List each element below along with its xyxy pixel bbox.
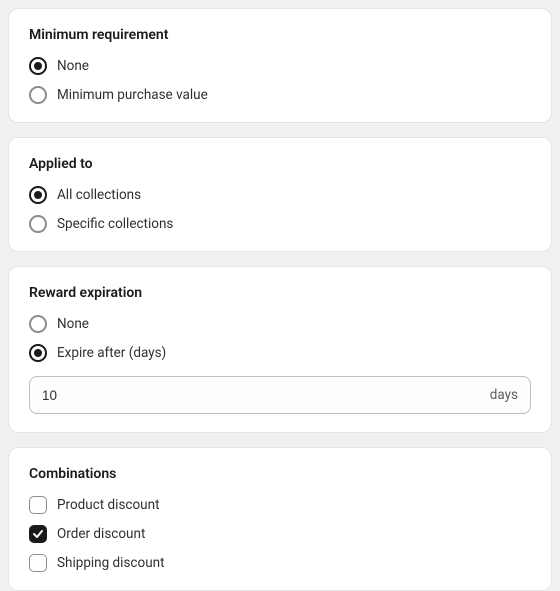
checkbox-icon [29,525,47,543]
option-label: All collections [57,187,141,203]
combination-shipping-discount[interactable]: Shipping discount [29,554,531,572]
combinations-title: Combinations [29,466,531,482]
option-label: Specific collections [57,216,173,232]
min-req-option-none[interactable]: None [29,57,531,75]
applied-to-option-specific[interactable]: Specific collections [29,215,531,233]
option-label: None [57,316,89,332]
option-label: Shipping discount [57,555,165,571]
radio-icon [29,215,47,233]
radio-icon [29,86,47,104]
expire-days-suffix: days [490,387,518,403]
expire-days-input-wrap: days [29,376,531,414]
checkbox-icon [29,496,47,514]
minimum-requirement-title: Minimum requirement [29,27,531,43]
applied-to-option-all[interactable]: All collections [29,186,531,204]
checkbox-icon [29,554,47,572]
option-label: Expire after (days) [57,345,166,361]
radio-icon [29,344,47,362]
option-label: Order discount [57,526,145,542]
reward-expiration-card: Reward expiration None Expire after (day… [8,266,552,433]
applied-to-card: Applied to All collections Specific coll… [8,137,552,252]
option-label: Minimum purchase value [57,87,208,103]
applied-to-title: Applied to [29,156,531,172]
combination-product-discount[interactable]: Product discount [29,496,531,514]
radio-icon [29,315,47,333]
combinations-card: Combinations Product discount Order disc… [8,447,552,591]
minimum-requirement-card: Minimum requirement None Minimum purchas… [8,8,552,123]
reward-expiration-option-expire-after[interactable]: Expire after (days) [29,344,531,362]
option-label: None [57,58,89,74]
expire-days-input[interactable] [42,388,490,403]
reward-expiration-title: Reward expiration [29,285,531,301]
combination-order-discount[interactable]: Order discount [29,525,531,543]
min-req-option-min-purchase-value[interactable]: Minimum purchase value [29,86,531,104]
option-label: Product discount [57,497,160,513]
reward-expiration-option-none[interactable]: None [29,315,531,333]
radio-icon [29,57,47,75]
radio-icon [29,186,47,204]
